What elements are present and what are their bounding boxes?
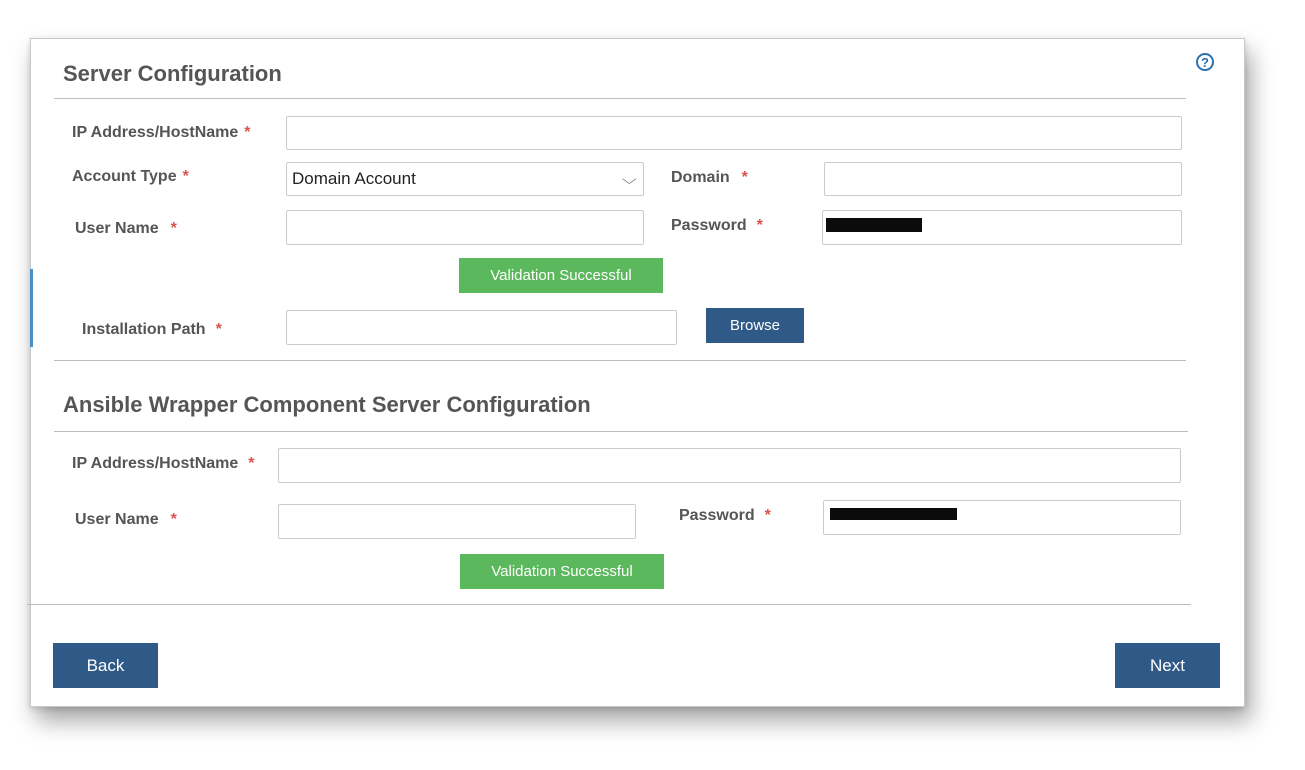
ip-address-field[interactable] [286,116,1182,150]
ansible-ip-address-input[interactable] [279,449,1180,482]
account-type-label-text: Account Type [72,168,177,185]
domain-label-text: Domain [671,169,730,186]
ansible-username-input[interactable] [279,505,635,538]
ansible-ip-address-label: IP Address/HostName * [72,455,255,473]
ip-address-label-text: IP Address/HostName [72,124,239,141]
required-marker: * [170,511,177,528]
ansible-ip-address-label-text: IP Address/HostName [72,455,239,472]
required-marker: * [764,507,771,524]
next-button[interactable]: Next [1115,643,1220,688]
section-divider [54,98,1186,99]
required-marker: * [756,217,763,234]
installation-path-field[interactable] [286,310,677,345]
validation-successful-button[interactable]: Validation Successful [459,258,663,293]
server-config-title: Server Configuration [63,61,282,86]
account-type-value: Domain Account [292,169,416,188]
account-type-label: Account Type * [72,168,189,186]
required-marker: * [182,168,189,185]
ansible-config-title: Ansible Wrapper Component Server Configu… [63,392,591,417]
redacted-password [826,218,922,232]
ansible-password-label: Password * [679,507,771,525]
domain-input[interactable] [825,163,1181,195]
footer-divider [27,604,1191,605]
ansible-username-label-text: User Name [75,511,159,528]
password-label: Password * [671,217,763,235]
required-marker: * [741,169,748,186]
ansible-password-label-text: Password [679,507,755,524]
ansible-username-label: User Name * [75,511,177,529]
ansible-validation-successful-button[interactable]: Validation Successful [460,554,664,589]
required-marker: * [244,124,251,141]
required-marker: * [215,321,222,338]
chevron-down-icon: ⌵ [622,170,638,187]
account-type-select[interactable]: Domain Account ⌵ [286,162,644,196]
password-label-text: Password [671,217,747,234]
installation-path-label: Installation Path * [82,321,222,339]
section-divider [54,360,1186,361]
installer-panel: ? Server Configuration IP Address/HostNa… [27,38,1245,707]
required-marker: * [170,220,177,237]
domain-label: Domain * [671,169,748,187]
password-field[interactable] [822,210,1182,245]
username-label-text: User Name [75,220,159,237]
back-button[interactable]: Back [53,643,158,688]
username-field[interactable] [286,210,644,245]
username-input[interactable] [287,211,643,244]
username-label: User Name * [75,220,177,238]
ansible-password-field[interactable] [823,500,1181,535]
left-accent-bar [30,269,33,347]
ip-address-label: IP Address/HostName * [72,124,251,142]
help-glyph: ? [1201,54,1209,70]
help-circle-icon[interactable]: ? [1196,53,1214,71]
domain-field[interactable] [824,162,1182,196]
installation-path-label-text: Installation Path [82,321,206,338]
ip-address-input[interactable] [287,117,1181,149]
installation-path-input[interactable] [287,311,676,344]
redacted-password [830,508,957,520]
section-divider [54,431,1188,432]
ansible-username-field[interactable] [278,504,636,539]
required-marker: * [248,455,255,472]
browse-button[interactable]: Browse [706,308,804,343]
ansible-ip-address-field[interactable] [278,448,1181,483]
